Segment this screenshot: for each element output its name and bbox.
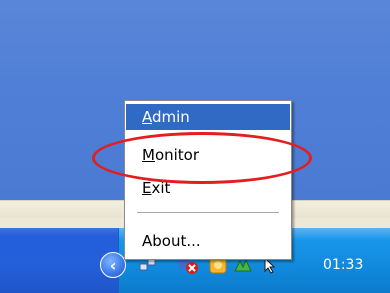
menu-item-admin[interactable]: Admin [126, 104, 290, 130]
menu-item-admin-accel: A [142, 108, 152, 126]
taskbar-clock[interactable]: 01:33 [323, 254, 383, 276]
menu-item-about[interactable]: About... [126, 228, 290, 254]
highlight-ellipse-annotation [92, 132, 312, 184]
show-hidden-icons-chevron-icon[interactable]: ‹ [100, 252, 126, 278]
menu-item-admin-label: dmin [152, 108, 190, 126]
menu-separator [137, 212, 279, 213]
